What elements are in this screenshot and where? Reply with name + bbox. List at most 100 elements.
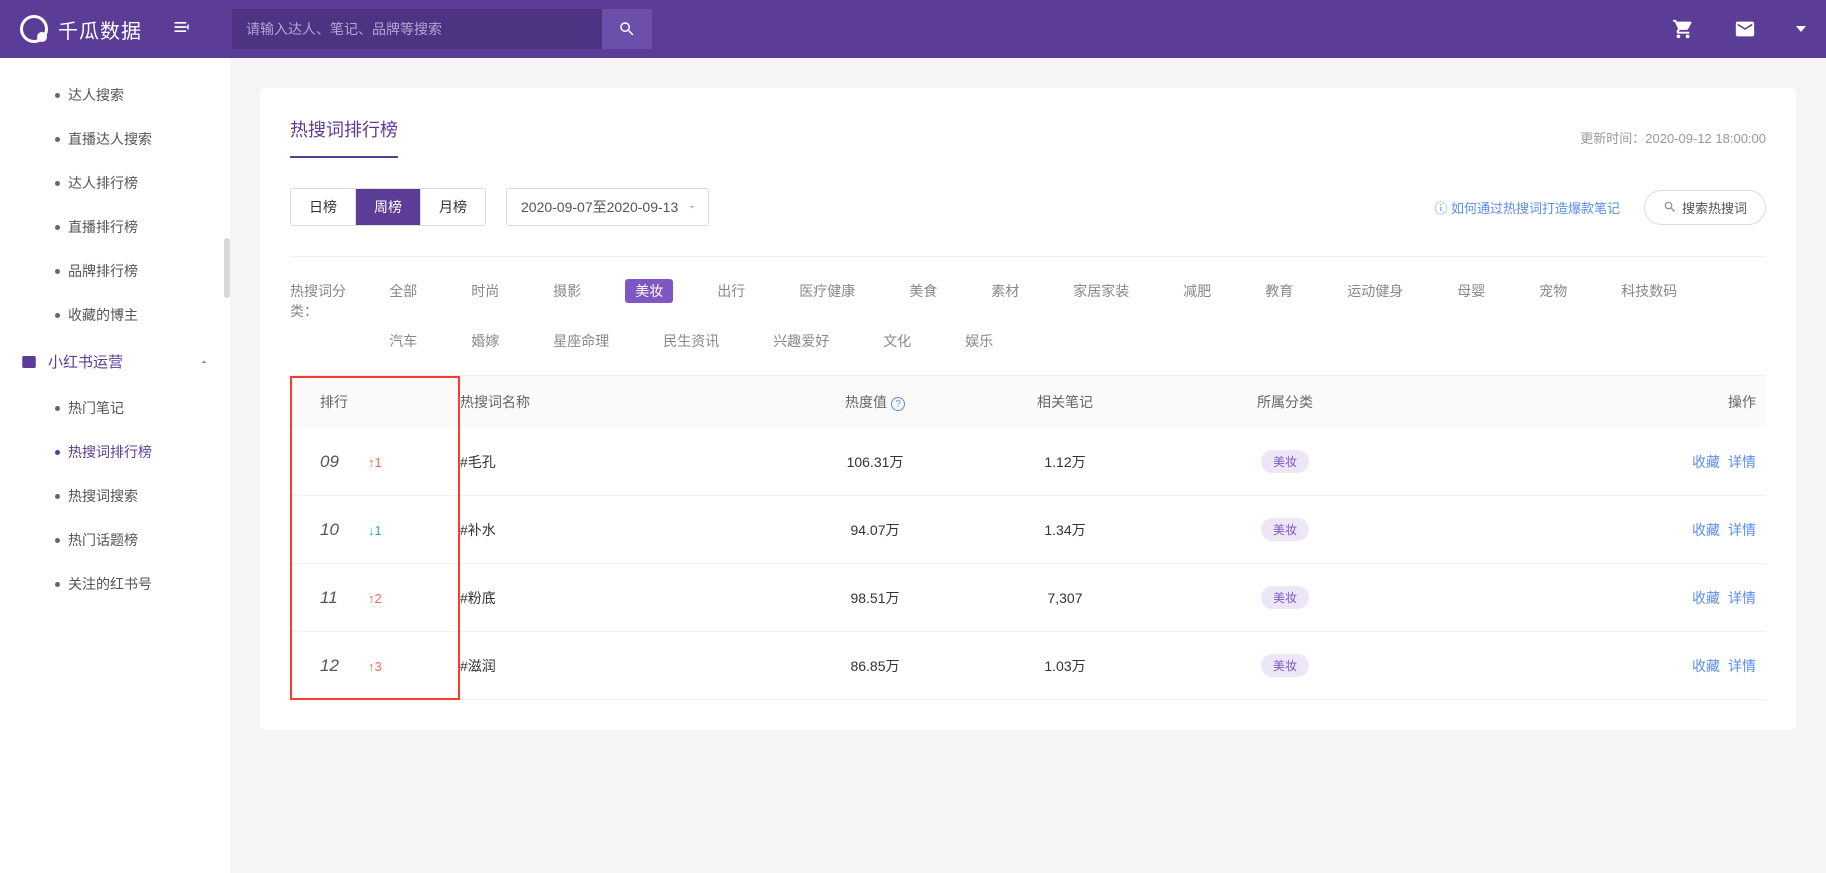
filter-tag[interactable]: 母婴 xyxy=(1447,279,1495,303)
sidebar-item[interactable]: 直播排行榜 xyxy=(0,205,230,249)
page-title: 热搜词排行榜 xyxy=(290,116,398,158)
search-hotword-button[interactable]: 搜索热搜词 xyxy=(1644,190,1766,225)
table-row: 12↑3#滋润86.85万1.03万美妆收藏详情 xyxy=(290,632,1766,700)
sidebar-scrollbar[interactable] xyxy=(224,238,230,298)
hotword-name: #粉底 xyxy=(460,588,780,608)
filter-tag[interactable]: 美妆 xyxy=(625,279,673,303)
heat-value: 106.31万 xyxy=(780,452,970,472)
detail-link[interactable]: 详情 xyxy=(1728,454,1756,470)
sidebar-item[interactable]: 收藏的博主 xyxy=(0,293,230,337)
menu-toggle-icon[interactable] xyxy=(172,17,192,42)
filter-tag[interactable]: 时尚 xyxy=(461,279,509,303)
th-ops: 操作 xyxy=(1410,392,1766,412)
favorite-link[interactable]: 收藏 xyxy=(1692,658,1720,674)
filter-tag[interactable]: 美食 xyxy=(899,279,947,303)
sidebar-item[interactable]: 热搜词搜索 xyxy=(0,474,230,518)
hotword-name: #补水 xyxy=(460,520,780,540)
detail-link[interactable]: 详情 xyxy=(1728,590,1756,606)
rank-delta: ↑2 xyxy=(368,591,382,606)
sidebar: 达人搜索直播达人搜索达人排行榜直播排行榜品牌排行榜收藏的博主 小红书运营 热门笔… xyxy=(0,58,230,873)
rank-delta: ↑1 xyxy=(368,455,382,470)
sidebar-item[interactable]: 达人搜索 xyxy=(0,73,230,117)
rank-number: 10 xyxy=(320,520,350,540)
logo-icon xyxy=(20,15,48,43)
sidebar-category-xiaohongshu[interactable]: 小红书运营 xyxy=(0,337,230,386)
filter-tag[interactable]: 民生资讯 xyxy=(653,329,729,353)
sidebar-item[interactable]: 热门笔记 xyxy=(0,386,230,430)
detail-link[interactable]: 详情 xyxy=(1728,658,1756,674)
period-tab[interactable]: 月榜 xyxy=(421,189,485,225)
heat-value: 98.51万 xyxy=(780,588,970,608)
notes-count: 1.03万 xyxy=(970,656,1160,676)
filter-tag[interactable]: 医疗健康 xyxy=(789,279,865,303)
th-notes: 相关笔记 xyxy=(970,392,1160,412)
mail-icon[interactable] xyxy=(1734,18,1756,40)
chevron-up-icon xyxy=(198,356,210,368)
filter-tag[interactable]: 教育 xyxy=(1255,279,1303,303)
book-icon xyxy=(20,353,38,371)
chevron-down-icon xyxy=(686,201,698,213)
table-row: 09 ↑1 #毛孔106.31万1.12万 美妆 收藏详情 xyxy=(290,428,1766,496)
rank-number: 09 xyxy=(320,452,350,472)
filter-tag[interactable]: 娱乐 xyxy=(955,329,1003,353)
question-icon: ⓘ xyxy=(1434,201,1451,216)
filter-tag[interactable]: 全部 xyxy=(379,279,427,303)
period-tab[interactable]: 周榜 xyxy=(356,189,421,225)
sidebar-item[interactable]: 热搜词排行榜 xyxy=(0,430,230,474)
filter-tag[interactable]: 宠物 xyxy=(1529,279,1577,303)
table-header: 排行 热搜词名称 热度值? 相关笔记 所属分类 操作 xyxy=(290,376,1766,428)
filter-tag[interactable]: 汽车 xyxy=(379,329,427,353)
update-time: 更新时间：2020-09-12 18:00:00 xyxy=(1580,128,1766,147)
filter-tag[interactable]: 家居家装 xyxy=(1063,279,1139,303)
hotword-name: #滋润 xyxy=(460,656,780,676)
notes-count: 1.34万 xyxy=(970,520,1160,540)
date-range-picker[interactable]: 2020-09-07至2020-09-13 xyxy=(506,188,709,226)
favorite-link[interactable]: 收藏 xyxy=(1692,590,1720,606)
detail-link[interactable]: 详情 xyxy=(1728,522,1756,538)
chevron-down-icon xyxy=(1796,26,1806,32)
filter-tags: 全部 时尚 摄影 美妆 出行 医疗健康 美食 素材 家居家装 减肥 教育 运动健身 母婴 宠物 科技数码汽车… xyxy=(379,279,1766,353)
sidebar-item[interactable]: 品牌排行榜 xyxy=(0,249,230,293)
favorite-link[interactable]: 收藏 xyxy=(1692,454,1720,470)
filter-tag[interactable]: 出行 xyxy=(707,279,755,303)
table-row: 11↑2#粉底98.51万7,307美妆收藏详情 xyxy=(290,564,1766,632)
top-header: 千瓜数据 xyxy=(0,0,1826,58)
search-button[interactable] xyxy=(602,9,652,49)
rank-number: 12 xyxy=(320,656,350,676)
filter-tag[interactable]: 科技数码 xyxy=(1611,279,1687,303)
heat-value: 94.07万 xyxy=(780,520,970,540)
filter-tag[interactable]: 素材 xyxy=(981,279,1029,303)
cart-icon[interactable] xyxy=(1672,18,1694,40)
th-category: 所属分类 xyxy=(1160,392,1410,412)
brand-logo[interactable]: 千瓜数据 xyxy=(20,15,142,44)
sidebar-item[interactable]: 达人排行榜 xyxy=(0,161,230,205)
category-badge: 美妆 xyxy=(1261,654,1309,677)
notes-count: 1.12万 xyxy=(970,452,1160,472)
filter-tag[interactable]: 星座命理 xyxy=(543,329,619,353)
search-input[interactable] xyxy=(232,9,602,49)
filter-tag[interactable]: 婚嫁 xyxy=(461,329,509,353)
filter-tag[interactable]: 运动健身 xyxy=(1337,279,1413,303)
user-menu[interactable] xyxy=(1796,26,1806,32)
category-badge: 美妆 xyxy=(1261,450,1309,473)
favorite-link[interactable]: 收藏 xyxy=(1692,522,1720,538)
period-tabs: 日榜周榜月榜 xyxy=(290,188,486,226)
filter-tag[interactable]: 兴趣爱好 xyxy=(763,329,839,353)
rank-number: 11 xyxy=(320,588,350,608)
filter-tag[interactable]: 摄影 xyxy=(543,279,591,303)
th-heat: 热度值? xyxy=(780,392,970,412)
sidebar-item[interactable]: 关注的红书号 xyxy=(0,562,230,606)
category-badge: 美妆 xyxy=(1261,518,1309,541)
notes-count: 7,307 xyxy=(970,590,1160,606)
filter-tag[interactable]: 减肥 xyxy=(1173,279,1221,303)
help-link[interactable]: ⓘ 如何通过热搜词打造爆款笔记 xyxy=(1434,198,1620,217)
filter-tag[interactable]: 文化 xyxy=(873,329,921,353)
sidebar-item[interactable]: 热门话题榜 xyxy=(0,518,230,562)
table-row: 10↓1#补水94.07万1.34万美妆收藏详情 xyxy=(290,496,1766,564)
hotword-name: #毛孔 xyxy=(460,452,780,472)
help-icon[interactable]: ? xyxy=(891,397,905,411)
period-tab[interactable]: 日榜 xyxy=(291,189,356,225)
search-icon xyxy=(1663,200,1677,214)
sidebar-item[interactable]: 直播达人搜索 xyxy=(0,117,230,161)
main-content: 热搜词排行榜 更新时间：2020-09-12 18:00:00 日榜周榜月榜 2… xyxy=(230,58,1826,873)
